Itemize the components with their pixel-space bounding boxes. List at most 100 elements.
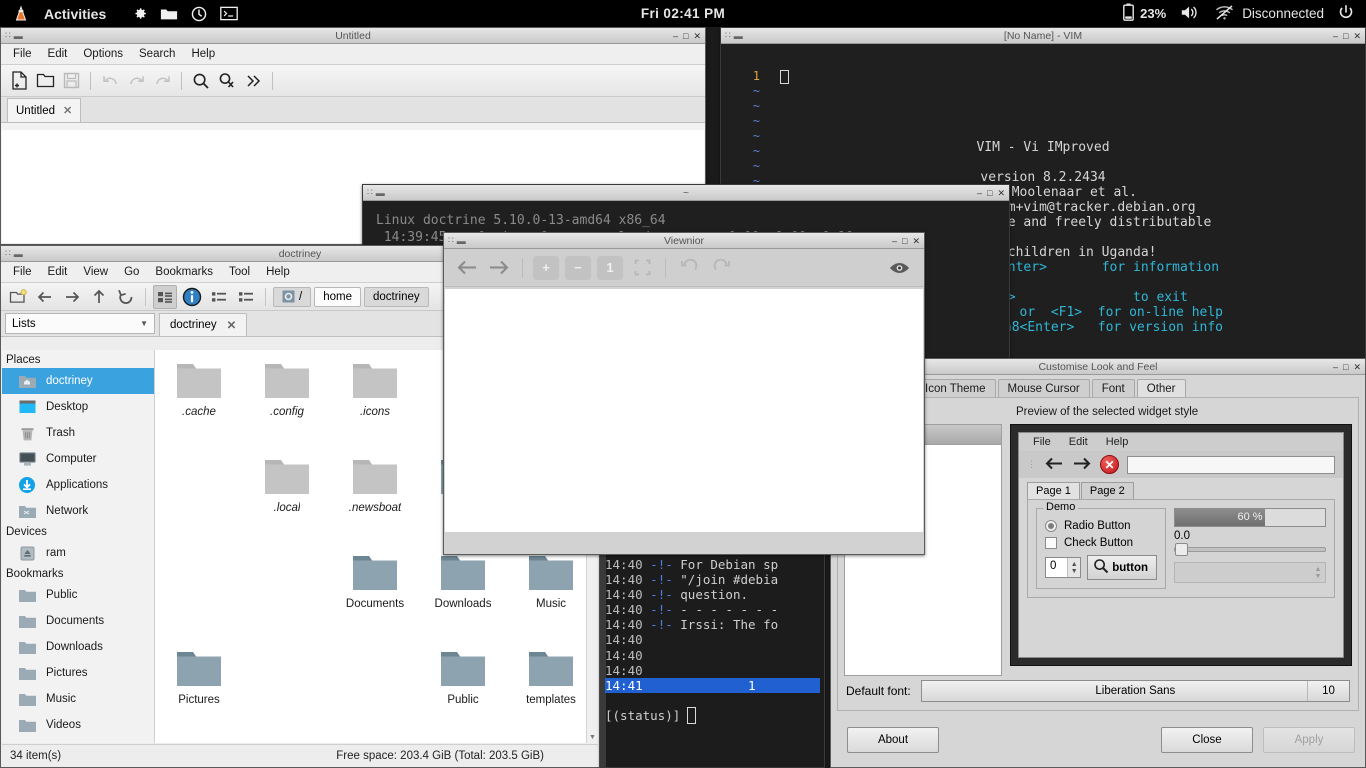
viewnior-window[interactable]: ∷ ▬ Viewnior – □ ✕ + − 1 <box>443 232 925 555</box>
sidebar-item-public[interactable]: Public <box>2 582 154 608</box>
maximise-button[interactable]: □ <box>902 236 907 246</box>
check-button-row[interactable]: Check Button <box>1045 537 1157 549</box>
zoom-normal-icon[interactable]: 1 <box>597 255 623 280</box>
minimise-button[interactable]: – <box>892 236 897 246</box>
menu-search[interactable]: Search <box>131 46 183 62</box>
irssi-prompt[interactable]: [(status)] <box>605 708 680 723</box>
menu-edit[interactable]: Edit <box>40 46 76 62</box>
close-button[interactable]: Close <box>1161 727 1253 753</box>
close-button[interactable]: ✕ <box>693 31 701 41</box>
menu-options[interactable]: Options <box>75 46 131 62</box>
radio-button-row[interactable]: Radio Button <box>1045 520 1157 532</box>
preview-toolbar[interactable]: ⋮ ✕ <box>1019 451 1343 478</box>
back-icon[interactable] <box>1044 456 1064 474</box>
places-sidebar[interactable]: Places doctriney Desktop Trash Computer … <box>2 350 155 743</box>
file-item[interactable]: Downloads <box>419 552 507 648</box>
sidebar-item-network[interactable]: Network <box>2 498 154 524</box>
preview-tab-page1[interactable]: Page 1 <box>1027 482 1080 499</box>
new-file-icon[interactable] <box>7 69 31 93</box>
sidebar-item-trash[interactable]: Trash <box>2 420 154 446</box>
slider-knob[interactable] <box>1175 542 1188 556</box>
file-item[interactable]: Public <box>419 648 507 743</box>
file-item[interactable]: .config <box>243 360 331 456</box>
sidebar-item-computer[interactable]: Computer <box>2 446 154 472</box>
back-icon[interactable] <box>454 256 480 280</box>
zoom-in-icon[interactable]: + <box>533 255 559 280</box>
sidebar-item-doctriney[interactable]: doctriney <box>2 368 154 394</box>
minimise-button[interactable]: – <box>977 188 982 198</box>
close-button[interactable]: ✕ <box>912 236 920 246</box>
sidebar-item-applications[interactable]: Applications <box>2 472 154 498</box>
fullscreen-icon[interactable] <box>629 256 655 280</box>
tab-icon-theme[interactable]: Icon Theme <box>915 379 996 398</box>
file-item[interactable]: .newsboat <box>331 456 419 552</box>
editor-tab[interactable]: Untitled ✕ <box>7 98 82 122</box>
preview-menu-help[interactable]: Help <box>1098 436 1137 448</box>
maximise-button[interactable]: □ <box>1343 362 1348 372</box>
detailed-list-view-icon[interactable] <box>153 284 177 309</box>
editor-menubar[interactable]: File Edit Options Search Help <box>1 44 705 65</box>
forward-icon[interactable] <box>60 285 84 309</box>
file-item[interactable]: Music <box>507 552 595 648</box>
vim-titlebar[interactable]: ∷ ▬ [No Name] - VIM – □ ✕ <box>721 28 1365 44</box>
stop-icon[interactable]: ✕ <box>1100 455 1119 474</box>
sidebar-item-pictures[interactable]: Pictures <box>2 660 154 686</box>
rotate-left-icon[interactable] <box>676 256 702 280</box>
breadcrumb-current[interactable]: doctriney <box>363 286 429 307</box>
minimise-button[interactable]: – <box>1333 362 1338 372</box>
rotate-right-icon[interactable] <box>708 256 734 280</box>
sidebar-item-music[interactable]: Music <box>2 686 154 712</box>
file-item[interactable]: .icons <box>331 360 419 456</box>
eye-icon[interactable] <box>886 256 912 280</box>
spin-arrows[interactable]: ▲ ▼ <box>1067 558 1081 577</box>
sidebar-item-desktop[interactable]: Desktop <box>2 394 154 420</box>
search-replace-icon[interactable] <box>215 69 239 93</box>
volume-icon[interactable] <box>1180 4 1200 24</box>
viewnior-titlebar[interactable]: ∷ ▬ Viewnior – □ ✕ <box>444 233 924 249</box>
window-grip[interactable]: ∷ ▬ <box>1 30 23 41</box>
zoom-out-icon[interactable]: − <box>565 255 591 280</box>
close-button[interactable]: ✕ <box>1353 362 1361 372</box>
tab-other[interactable]: Other <box>1136 379 1186 398</box>
file-item[interactable]: templates <box>507 648 595 743</box>
close-icon[interactable]: ✕ <box>227 318 237 332</box>
search-icon[interactable] <box>189 69 213 93</box>
file-manager-tab[interactable]: doctriney ✕ <box>159 313 248 336</box>
list-view-icon[interactable] <box>234 285 258 309</box>
menu-tool[interactable]: Tool <box>221 264 258 280</box>
more-icon[interactable] <box>241 69 265 93</box>
power-icon[interactable] <box>1338 4 1354 23</box>
menu-edit[interactable]: Edit <box>40 264 76 280</box>
menu-file[interactable]: File <box>5 46 40 62</box>
preview-tab-page2[interactable]: Page 2 <box>1080 482 1134 499</box>
tab-font[interactable]: Font <box>1091 379 1135 398</box>
window-grip[interactable]: ∷ ▬ <box>721 30 743 41</box>
irssi-output[interactable]: 14:40 -!- For Debian sp 14:40 -!- "/join… <box>605 557 820 765</box>
maximise-button[interactable]: □ <box>683 31 688 41</box>
up-icon[interactable] <box>87 285 111 309</box>
terminal-titlebar[interactable]: ∷ ▬ ~ – □ ✕ <box>363 185 1009 201</box>
horizontal-slider[interactable] <box>1174 542 1326 556</box>
scroll-down-icon[interactable]: ▼ <box>587 734 598 741</box>
open-folder-icon[interactable] <box>33 69 57 93</box>
file-item[interactable]: Pictures <box>155 648 243 743</box>
menu-view[interactable]: View <box>75 264 116 280</box>
editor-titlebar[interactable]: ∷ ▬ Untitled – □ ✕ <box>1 28 705 44</box>
reload-icon[interactable] <box>114 285 138 309</box>
forward-icon[interactable] <box>486 256 512 280</box>
breadcrumb-home[interactable]: home <box>314 286 361 307</box>
window-grip[interactable]: ∷ ▬ <box>1 248 23 259</box>
back-icon[interactable] <box>33 285 57 309</box>
tab-mouse-cursor[interactable]: Mouse Cursor <box>997 379 1090 398</box>
file-item[interactable]: .local <box>243 456 331 552</box>
radio-button[interactable] <box>1045 520 1057 532</box>
minimise-button[interactable]: – <box>1333 31 1338 41</box>
window-grip[interactable]: ∷ ▬ <box>444 235 466 246</box>
editor-tabstrip[interactable]: Untitled ✕ <box>1 97 705 123</box>
sidebar-item-downloads[interactable]: Downloads <box>2 634 154 660</box>
editor-toolbar[interactable] <box>1 65 705 97</box>
preview-tabstrip[interactable]: Page 1 Page 2 <box>1019 478 1343 499</box>
preview-menu-edit[interactable]: Edit <box>1061 436 1096 448</box>
check-button[interactable] <box>1045 537 1057 549</box>
sidebar-item-ram[interactable]: ram <box>2 540 154 566</box>
